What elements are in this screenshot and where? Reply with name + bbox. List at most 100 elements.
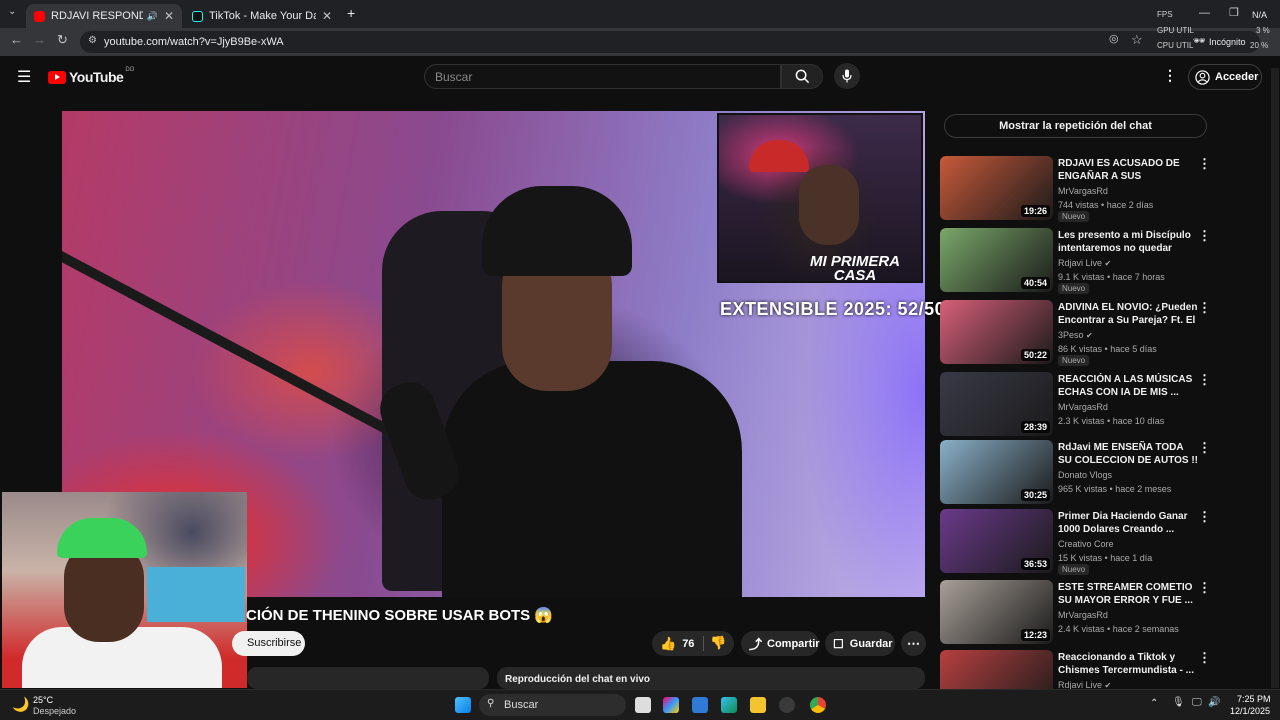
tab-search-icon[interactable]: ⌄ [8, 6, 16, 17]
country-code: DO [125, 67, 135, 73]
live-chat-replay-header[interactable]: Reproducción del chat en vivo [497, 667, 925, 689]
tab-youtube[interactable]: RDJAVI RESPONDE LA ACU 🔊 ✕ [26, 4, 182, 28]
channel-name[interactable]: MrVargasRd [1058, 610, 1108, 620]
sign-in-button[interactable]: Acceder [1188, 64, 1262, 90]
video-title[interactable]: Les presento a mi Discípulo intentaremos… [1058, 229, 1198, 255]
menu-icon[interactable]: ☰ [17, 67, 31, 87]
close-tab-icon[interactable]: ✕ [322, 9, 332, 23]
tab-tiktok[interactable]: TikTok - Make Your Day ✕ [184, 4, 340, 28]
dislike-icon[interactable]: 👎 [710, 635, 726, 651]
like-icon[interactable]: 👍 [660, 636, 676, 652]
minimize-icon[interactable]: — [1199, 7, 1210, 19]
volume-icon[interactable]: 🔊 [1208, 697, 1220, 708]
eye-off-icon[interactable]: ◎ [1109, 32, 1119, 45]
incognito-label[interactable]: Incógnito [1209, 37, 1246, 47]
reload-icon[interactable]: ↻ [57, 32, 68, 48]
clock-time[interactable]: 7:25 PM [1237, 694, 1271, 704]
tray-chevron-icon[interactable]: ⌃ [1150, 698, 1158, 709]
voice-search-button[interactable] [834, 63, 860, 89]
youtube-logo[interactable]: YouTube DO [48, 67, 135, 85]
restore-icon[interactable]: ❐ [1229, 6, 1239, 19]
recommended-video[interactable]: 50:22 ADIVINA EL NOVIO: ¿Pueden Encontrar… [940, 300, 1230, 366]
more-options-icon[interactable]: ⋮ [1198, 580, 1211, 596]
settings-more-icon[interactable]: ⋮ [1163, 67, 1177, 84]
file-explorer-icon[interactable] [750, 697, 766, 713]
chrome-icon[interactable] [810, 697, 826, 713]
video-title[interactable]: RdJavi ME ENSEÑA TODA SU COLECCION DE AU… [1058, 441, 1198, 467]
speaker-icon[interactable]: 🔊 [147, 11, 158, 22]
mic-tray-icon[interactable]: 🎙 [1172, 697, 1185, 708]
more-options-icon[interactable]: ⋮ [1198, 228, 1211, 244]
weather-desc[interactable]: Despejado [33, 706, 76, 716]
windows-start-icon[interactable] [455, 697, 471, 713]
video-title[interactable]: ESTE STREAMER COMETIO SU MAYOR ERROR Y F… [1058, 581, 1198, 607]
video-thumbnail[interactable]: 36:53 [940, 509, 1053, 573]
divider [703, 636, 704, 651]
share-button[interactable]: ⤴ Compartir [741, 631, 820, 656]
video-thumbnail[interactable]: 12:23 [940, 580, 1053, 644]
app-icon[interactable] [779, 697, 795, 713]
recommended-video[interactable]: 12:23 ESTE STREAMER COMETIO SU MAYOR ERRO… [940, 580, 1230, 644]
account-icon [1195, 69, 1210, 85]
weather-moon-icon: 🌙 [12, 696, 30, 712]
video-thumbnail[interactable]: 30:25 [940, 440, 1053, 504]
taskbar-search[interactable]: ⚲ Buscar [479, 694, 626, 716]
view-count: 9.1 K vistas [1058, 272, 1105, 282]
pip-cap [749, 140, 809, 172]
like-count[interactable]: 76 [682, 638, 694, 650]
subscribe-button[interactable]: Suscribirse [232, 631, 305, 656]
video-thumbnail[interactable]: 19:26 [940, 156, 1053, 220]
cpu-util-value: 20 % [1250, 41, 1269, 50]
channel-name[interactable]: Rdjavi Live ✔ [1058, 258, 1111, 268]
more-options-icon[interactable]: ⋮ [1198, 440, 1211, 456]
channel-label: 3Peso [1058, 330, 1084, 340]
new-tab-button[interactable]: + [347, 5, 355, 21]
close-tab-icon[interactable]: ✕ [164, 9, 174, 23]
save-button[interactable]: ☐ Guardar [825, 631, 895, 656]
weather-temp[interactable]: 25°C [33, 695, 53, 705]
more-options-icon[interactable]: ⋮ [1198, 300, 1211, 316]
view-count: 86 K vistas [1058, 344, 1103, 354]
more-options-icon[interactable]: ⋮ [1198, 372, 1211, 388]
network-icon[interactable]: 🖵 [1192, 697, 1202, 708]
task-view-icon[interactable] [635, 697, 651, 713]
clock-date[interactable]: 12/1/2025 [1230, 706, 1270, 716]
channel-name[interactable]: MrVargasRd [1058, 402, 1108, 412]
forward-icon[interactable]: → [33, 32, 46, 47]
video-thumbnail[interactable]: 40:54 [940, 228, 1053, 292]
show-chat-replay-button[interactable]: Mostrar la repetición del chat [944, 114, 1207, 138]
search-button[interactable] [781, 64, 823, 89]
channel-name[interactable]: Donato Vlogs [1058, 470, 1112, 480]
more-options-icon[interactable]: ⋮ [1198, 509, 1211, 525]
gpu-util-value: 3 % [1256, 26, 1270, 35]
back-icon[interactable]: ← [10, 32, 23, 47]
webcam-monitor [147, 567, 245, 622]
channel-name[interactable]: Creativo Core [1058, 539, 1114, 549]
search-input[interactable]: Buscar [424, 64, 781, 89]
bookmark-star-icon[interactable]: ☆ [1131, 32, 1143, 48]
site-info-icon[interactable]: ⚙ [88, 35, 97, 46]
url-field[interactable]: ⚙ youtube.com/watch?v=JjyB9Be-xWA [80, 31, 1260, 53]
more-options-icon[interactable]: ⋮ [1198, 156, 1211, 172]
video-title[interactable]: Primer Dia Haciendo Ganar 1000 Dolares C… [1058, 510, 1198, 536]
channel-name[interactable]: MrVargasRd [1058, 186, 1108, 196]
video-title[interactable]: RDJAVI ES ACUSADO DE ENGAÑAR A SUS SEGUI… [1058, 157, 1198, 183]
page-scrollbar[interactable] [1271, 68, 1279, 688]
recommended-video[interactable]: 30:25 RdJavi ME ENSEÑA TODA SU COLECCION … [940, 440, 1230, 504]
video-title[interactable]: REACCIÓN A LAS MÚSICAS ECHAS CON IA DE M… [1058, 373, 1198, 399]
edge-icon[interactable] [721, 697, 737, 713]
more-options-icon[interactable]: ⋮ [1198, 650, 1211, 666]
description-box[interactable] [247, 667, 489, 689]
more-actions-icon[interactable]: ⋯ [901, 631, 926, 656]
copilot-icon[interactable] [663, 697, 679, 713]
video-thumbnail[interactable]: 28:39 [940, 372, 1053, 436]
recommended-video[interactable]: 28:39 REACCIÓN A LAS MÚSICAS ECHAS CON IA… [940, 372, 1230, 436]
video-thumbnail[interactable]: 50:22 [940, 300, 1053, 364]
recommended-video[interactable]: 40:54 Les presento a mi Discípulo intenta… [940, 228, 1230, 294]
store-icon[interactable] [692, 697, 708, 713]
video-title[interactable]: ADIVINA EL NOVIO: ¿Pueden Encontrar a Su… [1058, 301, 1198, 327]
recommended-video[interactable]: 19:26 RDJAVI ES ACUSADO DE ENGAÑAR A SUS … [940, 156, 1230, 222]
channel-name[interactable]: 3Peso ✔ [1058, 330, 1093, 340]
video-title[interactable]: Reaccionando a Tiktok y Chismes Tercermu… [1058, 651, 1198, 677]
recommended-video[interactable]: 36:53 Primer Dia Haciendo Ganar 1000 Dola… [940, 509, 1230, 575]
